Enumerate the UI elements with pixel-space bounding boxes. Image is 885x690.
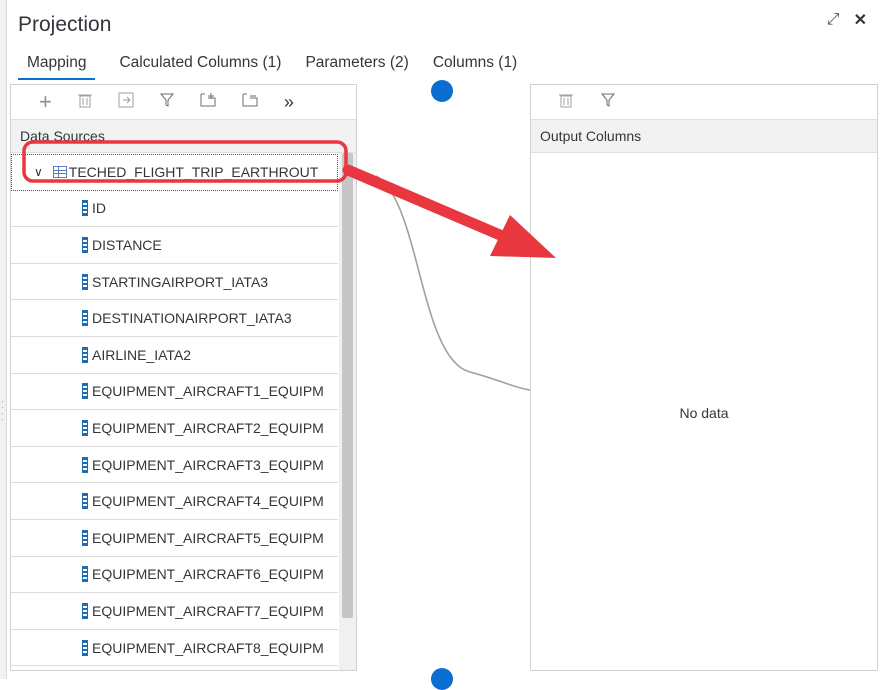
connector-handle-top[interactable] — [431, 80, 453, 102]
column-icon — [82, 493, 88, 510]
column-icon — [82, 346, 88, 363]
tree-column-row[interactable]: EQUIPMENT_AIRCRAFT1_EQUIPM — [11, 374, 338, 411]
column-label: EQUIPMENT_AIRCRAFT6_EQUIPM — [92, 566, 324, 583]
delete-icon[interactable] — [77, 92, 92, 113]
column-label: EQUIPMENT_AIRCRAFT1_EQUIPM — [92, 383, 324, 400]
table-icon — [52, 166, 67, 179]
data-sources-header: Data Sources — [11, 119, 356, 153]
tree-column-row[interactable]: EQUIPMENT_AIRCRAFT8_EQUIPM — [11, 630, 338, 667]
column-icon — [82, 200, 88, 217]
tree-column-row[interactable]: EQUIPMENT_AIRCRAFT3_EQUIPM — [11, 447, 338, 484]
tree-column-row[interactable]: AIRLINE_IATA2 — [11, 337, 338, 374]
close-icon[interactable]: ✕ — [854, 10, 867, 30]
tree-column-row[interactable]: EQUIPMENT_AIRCRAFT7_EQUIPM — [11, 593, 338, 630]
column-label: DISTANCE — [92, 236, 162, 253]
expand-icon[interactable]: ⤢ — [827, 11, 840, 29]
column-label: EQUIPMENT_AIRCRAFT2_EQUIPM — [92, 419, 324, 436]
column-label: EQUIPMENT_AIRCRAFT8_EQUIPM — [92, 639, 324, 656]
tab-calculated-columns[interactable]: Calculated Columns (1) — [119, 54, 281, 80]
column-icon — [82, 383, 88, 400]
filter-icon[interactable] — [600, 92, 616, 113]
column-icon — [82, 419, 88, 436]
scrollbar-thumb[interactable] — [342, 153, 353, 618]
annotation-arrow — [342, 164, 556, 258]
column-icon — [82, 602, 88, 619]
column-icon — [82, 273, 88, 290]
column-icon — [82, 236, 88, 253]
column-label: STARTINGAIRPORT_IATA3 — [92, 273, 269, 290]
tree-root-node[interactable]: ∨ TECHED_FLIGHT_TRIP_EARTHROUT — [11, 154, 338, 191]
column-icon — [82, 566, 88, 583]
tab-parameters[interactable]: Parameters (2) — [305, 54, 408, 80]
tree-column-row[interactable]: ID — [11, 191, 338, 228]
tree-column-row[interactable]: STARTINGAIRPORT_IATA3 — [11, 264, 338, 301]
output-columns-toolbar — [531, 85, 877, 119]
column-label: DESTINATIONAIRPORT_IATA3 — [92, 310, 292, 327]
tree-column-row[interactable]: DISTANCE — [11, 227, 338, 264]
column-label: EQUIPMENT_AIRCRAFT7_EQUIPM — [92, 602, 324, 619]
data-sources-tree: ∨ TECHED_FLIGHT_TRIP_EARTHROUT ID DISTAN… — [11, 154, 338, 667]
collapse-all-icon[interactable] — [242, 92, 258, 113]
splitter-grip-icon[interactable]: · · · · — [1, 397, 4, 424]
column-label: EQUIPMENT_AIRCRAFT5_EQUIPM — [92, 529, 324, 546]
dialog-title: Projection — [18, 13, 112, 36]
output-columns-header: Output Columns — [531, 119, 877, 153]
column-label: AIRLINE_IATA2 — [92, 346, 192, 363]
connector-handle-bottom[interactable] — [431, 668, 453, 690]
output-columns-panel: Output Columns No data — [530, 84, 878, 671]
tree-column-row[interactable]: EQUIPMENT_AIRCRAFT5_EQUIPM — [11, 520, 338, 557]
tree-column-row[interactable]: EQUIPMENT_AIRCRAFT6_EQUIPM — [11, 557, 338, 594]
data-sources-panel: + » Data Sources ∨ TECHED_FLIGHT_TRIP_EA… — [10, 84, 357, 671]
delete-icon[interactable] — [559, 92, 573, 113]
root-node-label: TECHED_FLIGHT_TRIP_EARTHROUT — [68, 164, 319, 181]
tree-column-row[interactable]: DESTINATIONAIRPORT_IATA3 — [11, 300, 338, 337]
tab-bar: Mapping Calculated Columns (1) Parameter… — [18, 54, 517, 80]
column-icon — [82, 529, 88, 546]
data-sources-toolbar: + » — [11, 85, 356, 119]
column-icon — [82, 639, 88, 656]
chevron-down-icon[interactable]: ∨ — [34, 165, 43, 179]
column-icon — [82, 456, 88, 473]
column-label: EQUIPMENT_AIRCRAFT4_EQUIPM — [92, 493, 324, 510]
add-icon[interactable]: + — [39, 89, 52, 115]
tab-columns[interactable]: Columns (1) — [433, 54, 517, 80]
tab-mapping[interactable]: Mapping — [18, 54, 96, 80]
expand-all-icon[interactable] — [200, 92, 216, 113]
more-icon[interactable]: » — [284, 92, 294, 113]
tree-column-row[interactable]: EQUIPMENT_AIRCRAFT4_EQUIPM — [11, 483, 338, 520]
column-label: ID — [92, 200, 106, 217]
tree-column-row[interactable]: EQUIPMENT_AIRCRAFT2_EQUIPM — [11, 410, 338, 447]
column-icon — [82, 310, 88, 327]
left-edge-splitter[interactable] — [0, 0, 7, 679]
filter-icon[interactable] — [159, 92, 174, 113]
import-icon[interactable] — [118, 92, 134, 113]
empty-state-text: No data — [679, 405, 729, 421]
column-label: EQUIPMENT_AIRCRAFT3_EQUIPM — [92, 456, 324, 473]
mapping-connection-line — [375, 175, 531, 391]
